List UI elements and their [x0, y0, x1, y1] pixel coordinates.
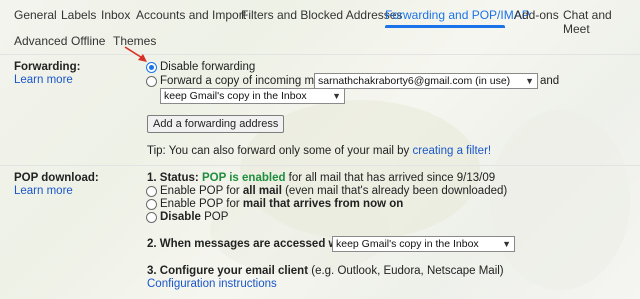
configure-client-text: 3. Configure your email client (e.g. Out… [147, 265, 504, 277]
disable-forwarding-radio[interactable] [146, 62, 157, 73]
status-prefix: 1. Status: [147, 172, 202, 184]
enable-pop-from-now-label: Enable POP for mail that arrives from no… [160, 198, 404, 210]
pop-enabled-badge: POP is enabled [201, 172, 286, 184]
tab-filters-and-blocked-addresses[interactable]: Filters and Blocked Addresses [241, 8, 402, 22]
forward-address-value: sarnathchakraborty6@gmail.com (in use) [318, 75, 511, 87]
status-suffix: for all mail that has arrived since 9/13… [285, 172, 496, 184]
enable-pop-from-now-radio[interactable] [146, 199, 157, 210]
create-filter-link[interactable]: creating a filter! [412, 145, 491, 157]
forward-copy-radio[interactable] [146, 76, 157, 87]
enable-pop-all-mail-radio[interactable] [146, 186, 157, 197]
active-tab-indicator [385, 25, 505, 28]
pop-access-value: keep Gmail's copy in the Inbox [336, 238, 479, 250]
tab-inbox[interactable]: Inbox [101, 8, 130, 22]
forward-copy-label: Forward a copy of incoming mail to [160, 75, 339, 87]
disable-pop-radio[interactable] [146, 212, 157, 223]
pop-access-select[interactable]: keep Gmail's copy in the Inbox ▼ [332, 236, 515, 252]
tip-prefix: Tip: You can also forward only some of y… [147, 145, 413, 157]
configuration-instructions-link[interactable]: Configuration instructions [147, 278, 277, 290]
forward-keep-copy-select[interactable]: keep Gmail's copy in the Inbox ▼ [160, 88, 345, 104]
forward-address-select[interactable]: sarnathchakraborty6@gmail.com (in use) ▼ [314, 73, 538, 89]
tab-advanced[interactable]: Advanced [14, 34, 67, 48]
tab-accounts-and-import[interactable]: Accounts and Import [136, 8, 246, 22]
add-forwarding-address-button[interactable]: Add a forwarding address [147, 115, 285, 133]
tab-general[interactable]: General [14, 8, 57, 22]
section-divider [0, 165, 640, 166]
forwarding-section-label: Forwarding: [14, 61, 81, 73]
tabs-divider [0, 54, 640, 55]
forwarding-learn-more-link[interactable]: Learn more [14, 74, 73, 86]
tab-offline[interactable]: Offline [71, 34, 105, 48]
pop-section-label: POP download: [14, 172, 99, 184]
tab-forwarding-and-pop-imap[interactable]: Forwarding and POP/IMAP [385, 8, 530, 22]
enable-pop-all-mail-label: Enable POP for all mail (even mail that'… [160, 185, 508, 197]
pop-status-text: 1. Status: POP is enabled for all mail t… [147, 172, 495, 184]
forward-and-text: and [540, 75, 560, 87]
tab-add-ons[interactable]: Add-ons [514, 8, 559, 22]
disable-forwarding-label: Disable forwarding [160, 61, 256, 73]
forward-keep-copy-value: keep Gmail's copy in the Inbox [164, 90, 307, 102]
disable-pop-label: Disable POP [160, 211, 229, 223]
forwarding-tip-text: Tip: You can also forward only some of y… [147, 145, 491, 157]
tab-chat-and-meet[interactable]: Chat and Meet [563, 8, 640, 36]
chevron-down-icon: ▼ [525, 76, 534, 86]
pop-learn-more-link[interactable]: Learn more [14, 185, 73, 197]
chevron-down-icon: ▼ [502, 239, 511, 249]
chevron-down-icon: ▼ [332, 91, 341, 101]
tab-labels[interactable]: Labels [61, 8, 96, 22]
